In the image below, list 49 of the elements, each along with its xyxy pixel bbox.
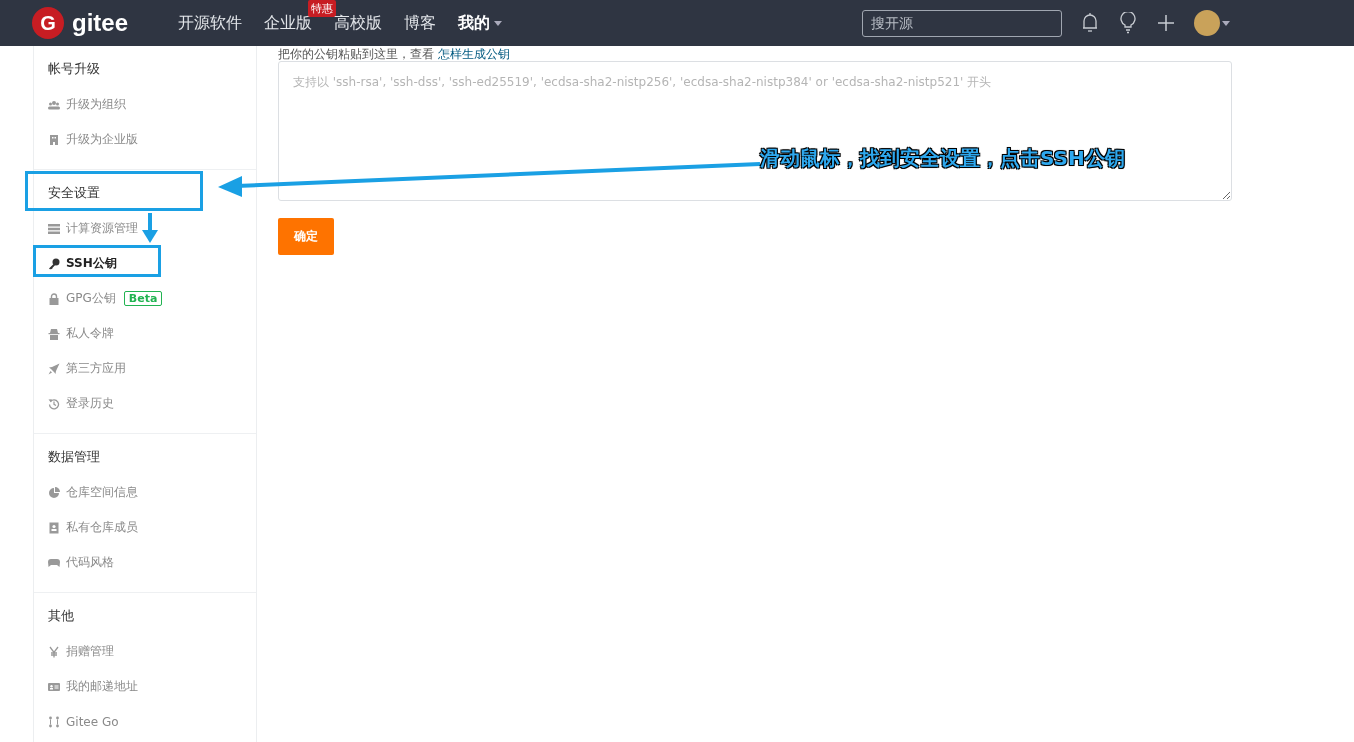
sidebar-item[interactable]: 计算资源管理 bbox=[66, 220, 138, 237]
spy-icon bbox=[48, 327, 60, 340]
section-heading: 其他 bbox=[48, 607, 74, 625]
users-icon bbox=[48, 98, 60, 111]
sidebar-item[interactable]: 代码风格 bbox=[66, 554, 114, 571]
history-icon bbox=[48, 397, 60, 410]
sidebar-item[interactable]: 第三方应用 bbox=[66, 360, 126, 377]
nav-link[interactable]: 开源软件 bbox=[178, 12, 242, 34]
yen-icon bbox=[48, 645, 60, 658]
logo-text[interactable]: gitee bbox=[72, 9, 128, 37]
sidebar-item[interactable]: Gitee Go bbox=[66, 714, 119, 729]
plus-icon[interactable] bbox=[1156, 12, 1176, 34]
help-link[interactable]: 怎样生成公钥 bbox=[437, 47, 510, 61]
nav-link[interactable]: 我的 bbox=[458, 12, 502, 34]
annotation-arrow bbox=[142, 213, 158, 243]
section-heading: 帐号升级 bbox=[48, 60, 100, 78]
pie-icon bbox=[48, 486, 60, 499]
key-icon bbox=[48, 257, 60, 270]
nav-link[interactable]: 博客 bbox=[404, 12, 436, 34]
sidebar-item[interactable]: GPG公钥 bbox=[66, 290, 116, 307]
sidebar-item[interactable]: 捐赠管理 bbox=[66, 643, 114, 660]
sidebar-item[interactable]: 私人令牌 bbox=[66, 325, 114, 342]
sidebar-item[interactable]: SSH公钥 bbox=[66, 255, 117, 272]
badge-icon bbox=[48, 521, 60, 534]
confirm-button[interactable]: 确定 bbox=[278, 218, 334, 255]
promo-badge: 特惠 bbox=[308, 0, 336, 17]
nav-link[interactable]: 高校版 bbox=[334, 12, 382, 34]
building-icon bbox=[48, 133, 60, 146]
avatar[interactable] bbox=[1194, 10, 1220, 36]
server-icon bbox=[48, 222, 60, 235]
sidebar-item[interactable]: 私有仓库成员 bbox=[66, 519, 138, 536]
sidebar-item[interactable]: 升级为企业版 bbox=[66, 131, 138, 148]
search-field[interactable]: 搜开源 bbox=[862, 9, 1062, 37]
section-heading: 安全设置 bbox=[48, 184, 100, 202]
sidebar-item[interactable]: 仓库空间信息 bbox=[66, 484, 138, 501]
sidebar-item[interactable]: 登录历史 bbox=[66, 395, 114, 412]
logo-icon[interactable]: G bbox=[32, 7, 64, 39]
section-heading: 数据管理 bbox=[48, 448, 100, 466]
sidebar-item[interactable]: 升级为组织 bbox=[66, 96, 126, 113]
sidebar-item[interactable]: 我的邮递地址 bbox=[66, 678, 138, 695]
lock-icon bbox=[48, 292, 60, 305]
card-icon bbox=[48, 680, 60, 693]
dots-icon bbox=[48, 715, 60, 728]
caret-icon[interactable] bbox=[1222, 20, 1230, 26]
beta-badge: Beta bbox=[123, 291, 163, 306]
annotation-text: 滑动鼠标，找到安全设置，点击SSH公钥 bbox=[760, 145, 1125, 172]
bell-icon[interactable] bbox=[1080, 12, 1100, 34]
hint-text: 把你的公钥粘贴到这里，查看 怎样生成公钥 bbox=[278, 47, 511, 61]
lightbulb-icon[interactable] bbox=[1118, 12, 1138, 34]
